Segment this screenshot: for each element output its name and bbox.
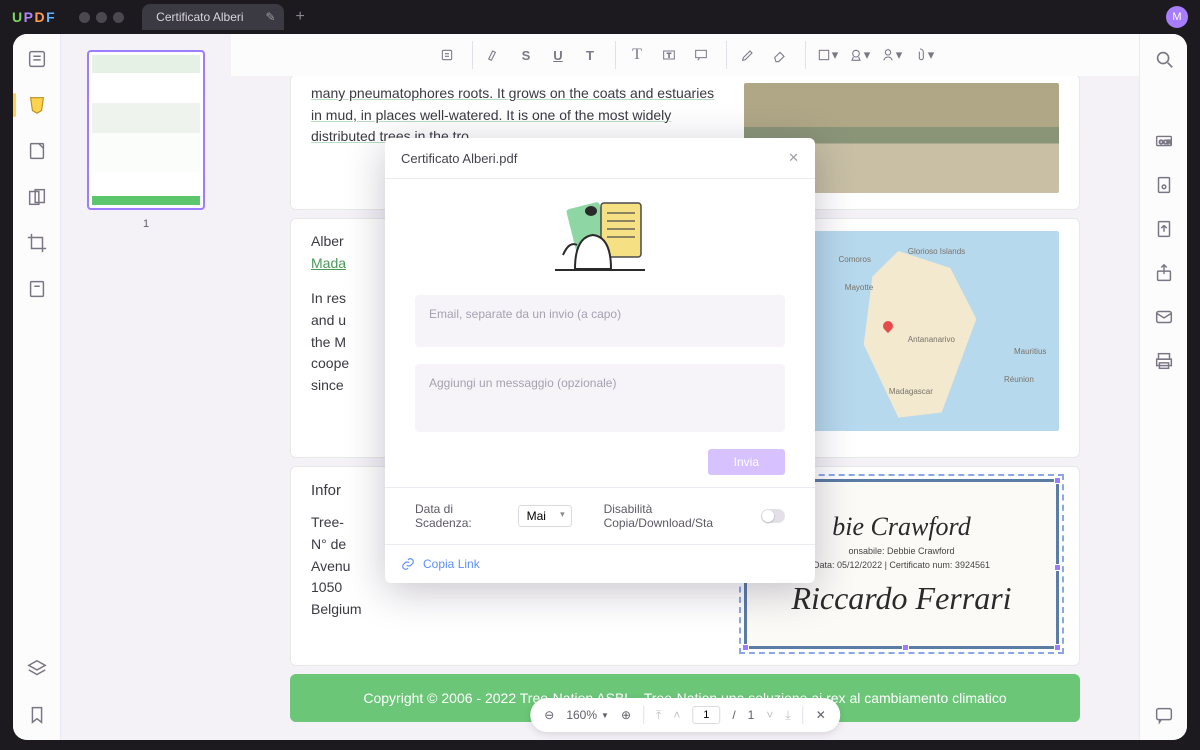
user-avatar[interactable]: M	[1166, 6, 1188, 28]
thumbnail-page-number: 1	[143, 218, 149, 230]
thumbnail-panel: 1	[61, 34, 231, 740]
eraser-icon[interactable]	[765, 41, 795, 69]
layers-icon[interactable]	[26, 658, 48, 680]
app-logo: UPDF	[12, 9, 55, 25]
chat-icon[interactable]	[1153, 704, 1175, 726]
print-icon[interactable]	[1153, 350, 1175, 372]
pencil-icon[interactable]	[733, 41, 763, 69]
svg-text:OCR: OCR	[1158, 140, 1170, 146]
copy-link-button[interactable]: Copia Link	[423, 557, 480, 571]
next-page-button[interactable]: ˅	[766, 708, 773, 722]
right-toolbar: OCR	[1139, 34, 1187, 740]
left-toolbar	[13, 34, 61, 740]
share-icon[interactable]	[1153, 262, 1175, 284]
message-input[interactable]	[415, 364, 785, 432]
close-controls-button[interactable]: ✕	[816, 708, 826, 722]
last-page-button[interactable]: ⤓	[785, 708, 790, 723]
underline-icon[interactable]: U	[543, 41, 573, 69]
text-icon[interactable]: T	[622, 41, 652, 69]
bookmark-icon[interactable]	[26, 704, 48, 726]
prev-page-button[interactable]: ˄	[673, 708, 680, 722]
send-button[interactable]: Invia	[708, 449, 785, 475]
tab-title: Certificato Alberi	[156, 10, 243, 24]
page-controls: ⊖ 160%▼ ⊕ ⤒ ˄ / 1 ˅ ⤓ ✕	[530, 698, 840, 732]
edit-mode-icon[interactable]	[26, 140, 48, 162]
expiry-select[interactable]: Mai	[518, 505, 572, 527]
reader-mode-icon[interactable]	[26, 48, 48, 70]
stamp-icon[interactable]: ▾	[844, 41, 874, 69]
callout-icon[interactable]	[686, 41, 716, 69]
disable-copy-label: Disabilità Copia/Download/Sta	[604, 502, 743, 530]
link-icon	[401, 557, 415, 571]
email-icon[interactable]	[1153, 306, 1175, 328]
page-input[interactable]	[692, 706, 720, 724]
crop-icon[interactable]	[26, 232, 48, 254]
edit-tab-icon[interactable]: ✎	[265, 10, 275, 24]
share-dialog: Certificato Alberi.pdf ✕	[385, 138, 815, 583]
textbox-icon[interactable]: T	[654, 41, 684, 69]
export-icon[interactable]	[1153, 218, 1175, 240]
search-icon[interactable]	[1153, 48, 1175, 70]
close-dialog-button[interactable]: ✕	[788, 150, 799, 166]
svg-text:T: T	[667, 53, 671, 60]
attach-icon[interactable]: ▾	[908, 41, 938, 69]
shape-icon[interactable]: ▾	[812, 41, 842, 69]
disable-copy-toggle[interactable]	[761, 509, 785, 523]
dialog-title: Certificato Alberi.pdf	[401, 151, 517, 166]
add-tab-button[interactable]: +	[296, 8, 305, 26]
share-illustration	[415, 197, 785, 277]
first-page-button[interactable]: ⤒	[656, 708, 661, 723]
sign-icon[interactable]: ▾	[876, 41, 906, 69]
email-input[interactable]	[415, 295, 785, 347]
annotation-toolbar: S U T T T ▾ ▾ ▾ ▾	[231, 34, 1139, 76]
comment-mode-icon[interactable]	[26, 94, 48, 116]
title-bar: UPDF Certificato Alberi ✎ + M	[0, 0, 1200, 34]
compress-icon[interactable]	[1153, 174, 1175, 196]
squiggly-icon[interactable]: T	[575, 41, 605, 69]
page-tools-icon[interactable]	[26, 186, 48, 208]
zoom-in-button[interactable]: ⊕	[621, 708, 631, 722]
page-thumbnail[interactable]	[87, 50, 205, 210]
ocr-icon[interactable]: OCR	[1153, 130, 1175, 152]
form-icon[interactable]	[26, 278, 48, 300]
document-tab[interactable]: Certificato Alberi ✎	[142, 4, 283, 30]
highlight-icon[interactable]	[479, 41, 509, 69]
strikethrough-icon[interactable]: S	[511, 41, 541, 69]
expiry-label: Data di Scadenza:	[415, 502, 500, 530]
note-icon[interactable]	[432, 41, 462, 69]
zoom-out-button[interactable]: ⊖	[544, 708, 554, 722]
window-controls[interactable]	[79, 12, 124, 23]
